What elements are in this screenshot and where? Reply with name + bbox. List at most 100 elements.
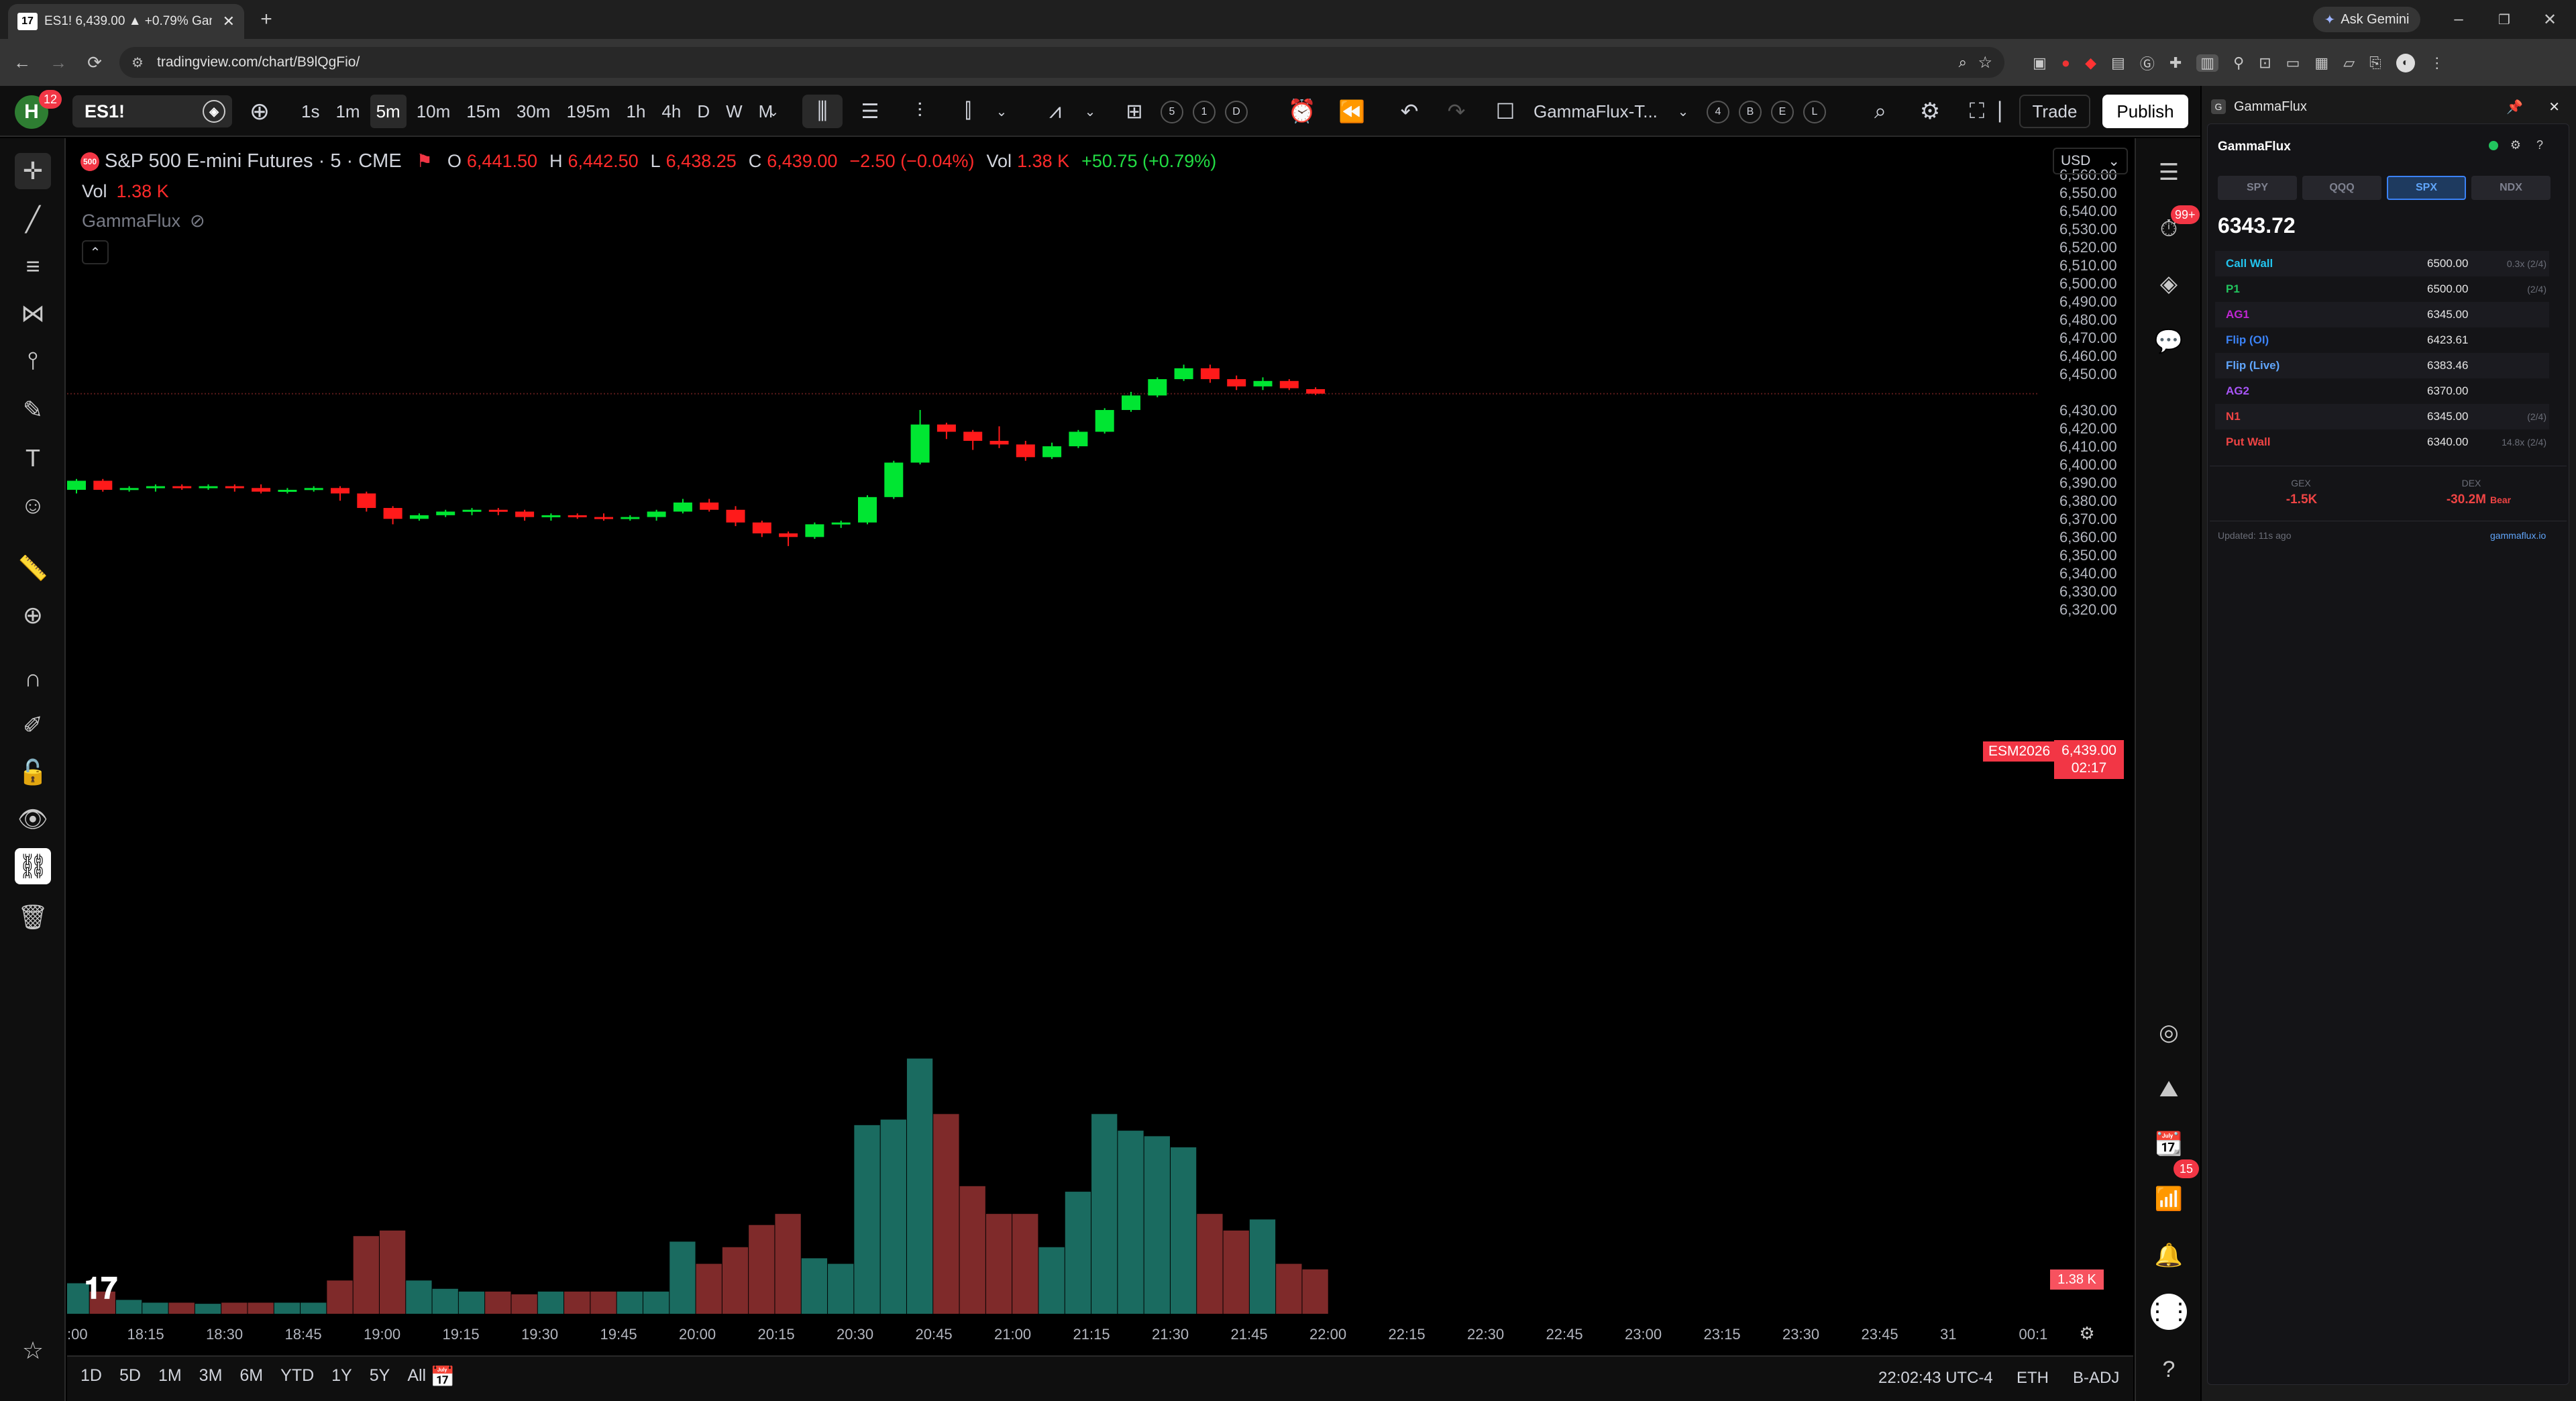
favorites-star-icon[interactable]: ☆	[15, 1333, 51, 1369]
url-field[interactable]: ⚙ tradingview.com/chart/B9lQgFio/ ⌕ ☆	[119, 47, 2004, 78]
help-small-icon[interactable]: ?	[2532, 137, 2548, 153]
candle-body[interactable]	[568, 515, 587, 517]
indicator-button-E[interactable]: E	[1771, 101, 1794, 123]
close-window-button[interactable]: ✕	[2538, 8, 2561, 31]
symbol-tab-qqq[interactable]: QQQ	[2302, 176, 2381, 200]
candle-body[interactable]	[621, 517, 640, 519]
symbol-tab-ndx[interactable]: NDX	[2471, 176, 2551, 200]
interval-195m[interactable]: 195m	[560, 95, 616, 128]
candle-body[interactable]	[858, 497, 877, 523]
range-1D[interactable]: 1D	[80, 1366, 102, 1390]
interval-5m[interactable]: 5m	[370, 95, 407, 128]
candle-body[interactable]	[1227, 379, 1246, 386]
candle-body[interactable]	[779, 533, 798, 537]
watchlist-icon[interactable]: ☰	[2151, 154, 2187, 191]
candle-body[interactable]	[936, 424, 956, 432]
range-1Y[interactable]: 1Y	[331, 1366, 352, 1390]
candle-body[interactable]	[172, 486, 192, 488]
interval-W[interactable]: W	[720, 95, 749, 128]
trade-button[interactable]: Trade	[2019, 95, 2090, 128]
profile-avatar[interactable]: ◐	[2396, 54, 2415, 72]
candle-body[interactable]	[910, 424, 930, 463]
help-icon[interactable]: ?	[2151, 1351, 2187, 1388]
range-5Y[interactable]: 5Y	[370, 1366, 390, 1390]
candle-body[interactable]	[488, 509, 508, 512]
candle-body[interactable]	[119, 488, 139, 490]
pattern-icon[interactable]: ⋈	[15, 295, 51, 331]
extension-icon[interactable]: ▭	[2286, 54, 2300, 72]
gammaflux-legend[interactable]: GammaFlux ⊘	[82, 211, 205, 231]
session-toggle[interactable]: ETH	[2017, 1369, 2049, 1388]
trash-icon[interactable]: 🗑	[15, 899, 51, 935]
extension-icon[interactable]: ●	[2061, 54, 2070, 72]
snapshot-icon[interactable]: ⎸	[1999, 95, 2021, 128]
emoji-icon[interactable]: ☺	[15, 487, 51, 523]
candle-body[interactable]	[963, 431, 983, 442]
publish-button[interactable]: Publish	[2102, 95, 2188, 128]
candle-body[interactable]	[436, 511, 455, 515]
fullscreen-icon[interactable]: ⛶	[1960, 95, 1994, 128]
adjustment-toggle[interactable]: B-ADJ	[2073, 1369, 2119, 1388]
candle-body[interactable]	[1148, 379, 1167, 396]
candle-body[interactable]	[700, 502, 719, 510]
new-tab-button[interactable]: +	[255, 8, 278, 31]
lock-icon[interactable]: 🔓	[15, 754, 51, 790]
candle-body[interactable]	[752, 522, 771, 533]
extension-icon[interactable]: ⚲	[2233, 54, 2244, 72]
range-YTD[interactable]: YTD	[280, 1366, 314, 1390]
interval-1h[interactable]: 1h	[621, 95, 652, 128]
legend-title[interactable]: S&P 500 E-mini Futures · 5 · CME	[105, 150, 402, 172]
interval-30m[interactable]: 30m	[511, 95, 557, 128]
link-icon[interactable]: ⛓	[15, 848, 51, 884]
candle-body[interactable]	[1095, 410, 1114, 432]
calendar-icon[interactable]: 📆	[2151, 1126, 2187, 1162]
layout-grid-icon[interactable]: ⊞	[1118, 95, 1151, 128]
indicator-button-4[interactable]: 4	[1707, 101, 1729, 123]
range-3M[interactable]: 3M	[199, 1366, 223, 1390]
interval-dropdown-icon[interactable]: ⌄	[761, 95, 786, 128]
candle-body[interactable]	[726, 509, 745, 523]
extension-icon[interactable]: ◆	[2085, 54, 2096, 72]
replay-icon[interactable]: ⏪	[1335, 95, 1368, 128]
candle-body[interactable]	[1279, 380, 1299, 388]
indicators-dropdown-icon[interactable]: ⌄	[1080, 95, 1100, 128]
pattern-mountain-icon[interactable]: ⛰	[2151, 1071, 2187, 1107]
side-panel-close-icon[interactable]: ✕	[2548, 99, 2560, 115]
minimize-window-button[interactable]: –	[2447, 8, 2470, 31]
layout-button-1[interactable]: 1	[1193, 101, 1216, 123]
candle-body[interactable]	[1069, 431, 1088, 447]
symbol-search[interactable]: ES1! ◈	[72, 95, 232, 127]
indicator-template-name[interactable]: GammaFlux-T...	[1534, 95, 1661, 128]
redo-icon[interactable]: ↷	[1440, 95, 1473, 128]
range-6M[interactable]: 6M	[239, 1366, 263, 1390]
interval-10m[interactable]: 10m	[411, 95, 457, 128]
candle-body[interactable]	[515, 511, 535, 517]
apps-grid-icon[interactable]: ⋮⋮	[2146, 1294, 2192, 1330]
signal-icon[interactable]: 📶	[2151, 1181, 2187, 1217]
magnet-icon[interactable]: ∩	[15, 660, 51, 696]
axis-settings-icon[interactable]: ⚙	[2077, 1323, 2097, 1343]
quick-search-icon[interactable]: ⌕	[1864, 95, 1897, 128]
layout-button-5[interactable]: 5	[1161, 101, 1183, 123]
candle-body[interactable]	[1042, 446, 1062, 458]
candle-body[interactable]	[594, 517, 613, 519]
indicator-template-dropdown-icon[interactable]: ⌄	[1673, 95, 1693, 128]
extension-icon[interactable]: Ⓖ	[2140, 52, 2155, 74]
candle-body[interactable]	[252, 488, 271, 492]
candle-body[interactable]	[831, 522, 851, 525]
indicators-icon[interactable]: ⩘	[1038, 95, 1072, 128]
extension-icon[interactable]: ▣	[2033, 54, 2047, 72]
extension-icon[interactable]: ⊡	[2259, 54, 2271, 72]
bell-icon[interactable]: 🔔	[2151, 1237, 2187, 1274]
currency-select[interactable]: USD ⌄	[2053, 148, 2128, 174]
horizontal-lines-icon[interactable]: ≡	[15, 248, 51, 284]
candle-body[interactable]	[673, 502, 692, 512]
candle-body[interactable]	[357, 493, 376, 509]
layers-icon[interactable]: ◈	[2151, 266, 2187, 302]
chart-canvas[interactable]	[67, 138, 2133, 1314]
candle-body[interactable]	[304, 488, 323, 490]
ask-gemini-button[interactable]: ✦ Ask Gemini	[2313, 7, 2420, 32]
candle-body[interactable]	[409, 515, 429, 519]
price-axis[interactable]: 6,560.00 6,550.00 6,540.00 6,530.00 6,520.00…	[2039, 138, 2133, 1314]
fib-icon[interactable]: ⫯	[15, 342, 51, 378]
